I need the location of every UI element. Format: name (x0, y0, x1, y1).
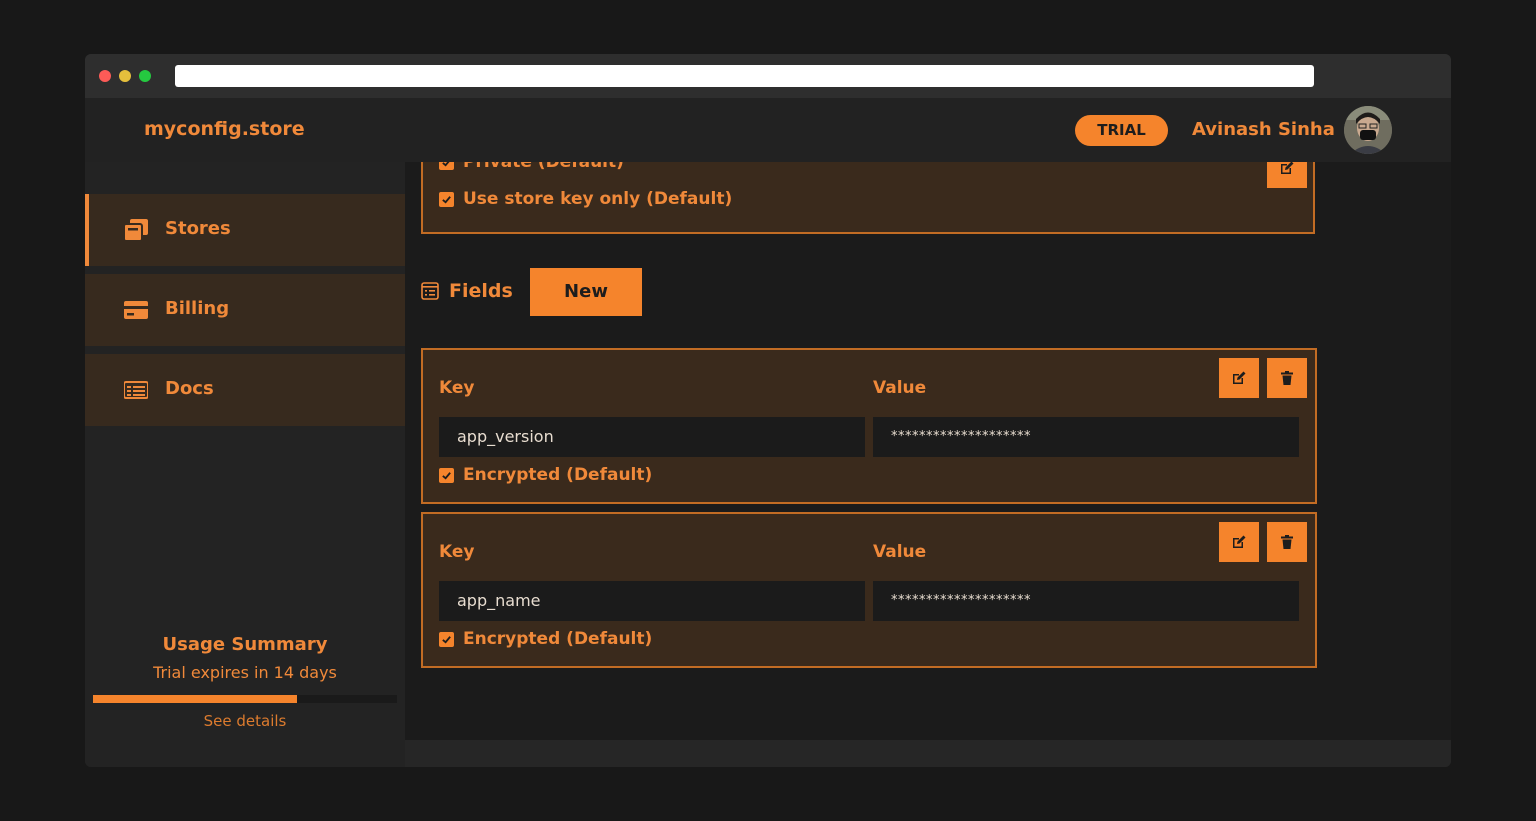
sidebar-item-label: Billing (165, 298, 230, 319)
checkmark-icon (442, 471, 451, 480)
store-key-only-checkbox[interactable] (439, 191, 454, 207)
encrypted-label: Encrypted (Default) (463, 465, 653, 485)
brand-logo[interactable]: myconfig.store (144, 118, 305, 140)
value-input[interactable]: ******************** (873, 417, 1299, 457)
edit-icon (1281, 162, 1294, 174)
edit-field-button[interactable] (1219, 358, 1259, 398)
see-details-link[interactable]: See details (85, 712, 405, 730)
avatar-image (1344, 106, 1392, 154)
usage-summary-title: Usage Summary (162, 634, 328, 655)
usage-summary: Usage Summary Trial expires in 14 days (85, 632, 405, 682)
delete-field-button[interactable] (1267, 358, 1307, 398)
avatar[interactable] (1344, 106, 1392, 154)
credit-card-icon (124, 299, 148, 321)
user-name[interactable]: Avinash Sinha (1192, 119, 1335, 140)
new-field-button[interactable]: New (530, 268, 642, 316)
main-content: Private (Default) Use store key only (De… (405, 162, 1451, 740)
minimize-window-button[interactable] (119, 70, 131, 82)
private-checkbox[interactable] (439, 162, 454, 170)
checkmark-icon (442, 195, 451, 204)
title-bar (85, 54, 1451, 98)
key-label: Key (439, 378, 475, 398)
delete-field-button[interactable] (1267, 522, 1307, 562)
edit-field-button[interactable] (1219, 522, 1259, 562)
browser-window: myconfig.store TRIAL Avinash Sinha Store… (85, 54, 1451, 767)
encrypted-label: Encrypted (Default) (463, 629, 653, 649)
trial-badge: TRIAL (1075, 115, 1168, 146)
private-option[interactable]: Private (Default) (439, 162, 624, 172)
store-options-card: Private (Default) Use store key only (De… (421, 162, 1315, 234)
usage-progress-fill (93, 695, 297, 703)
address-bar[interactable] (175, 65, 1314, 87)
maximize-window-button[interactable] (139, 70, 151, 82)
value-label: Value (873, 378, 927, 398)
trial-expiry-text: Trial expires in 14 days (153, 663, 337, 682)
app-header: myconfig.store TRIAL Avinash Sinha (85, 98, 1451, 162)
docs-icon (123, 379, 149, 401)
sidebar-item-billing[interactable]: Billing (85, 274, 405, 346)
key-input[interactable]: app_version (439, 417, 865, 457)
close-window-button[interactable] (99, 70, 111, 82)
field-card: Key Value app_name ******************** (421, 512, 1317, 668)
field-card: Key Value app_version ******************… (421, 348, 1317, 504)
main-footer-strip (405, 740, 1451, 767)
value-input[interactable]: ******************** (873, 581, 1299, 621)
checkmark-icon (442, 635, 451, 644)
sidebar: Stores Billing Docs Usage Summary Trial … (85, 162, 405, 767)
value-label: Value (873, 542, 927, 562)
encrypted-checkbox[interactable] (439, 631, 454, 647)
usage-progress-bar (93, 695, 397, 703)
private-option-label: Private (Default) (463, 162, 624, 172)
trash-icon (1281, 371, 1293, 385)
edit-store-button[interactable] (1267, 162, 1307, 188)
trash-icon (1281, 535, 1293, 549)
fields-title: Fields (449, 280, 513, 302)
sidebar-item-stores[interactable]: Stores (85, 194, 405, 266)
stores-icon (123, 219, 148, 242)
edit-icon (1233, 371, 1246, 384)
encrypted-checkbox[interactable] (439, 467, 454, 483)
store-key-only-option[interactable]: Use store key only (Default) (439, 189, 732, 209)
sidebar-item-label: Docs (165, 378, 214, 399)
edit-icon (1233, 535, 1246, 548)
fields-list-icon (421, 282, 439, 300)
encrypted-option[interactable]: Encrypted (Default) (439, 629, 652, 649)
sidebar-item-docs[interactable]: Docs (85, 354, 405, 426)
fields-heading: Fields (421, 280, 513, 302)
encrypted-option[interactable]: Encrypted (Default) (439, 465, 652, 485)
key-input[interactable]: app_name (439, 581, 865, 621)
store-key-only-label: Use store key only (Default) (463, 189, 733, 209)
checkmark-icon (442, 162, 450, 167)
sidebar-item-label: Stores (165, 218, 231, 239)
key-label: Key (439, 542, 475, 562)
